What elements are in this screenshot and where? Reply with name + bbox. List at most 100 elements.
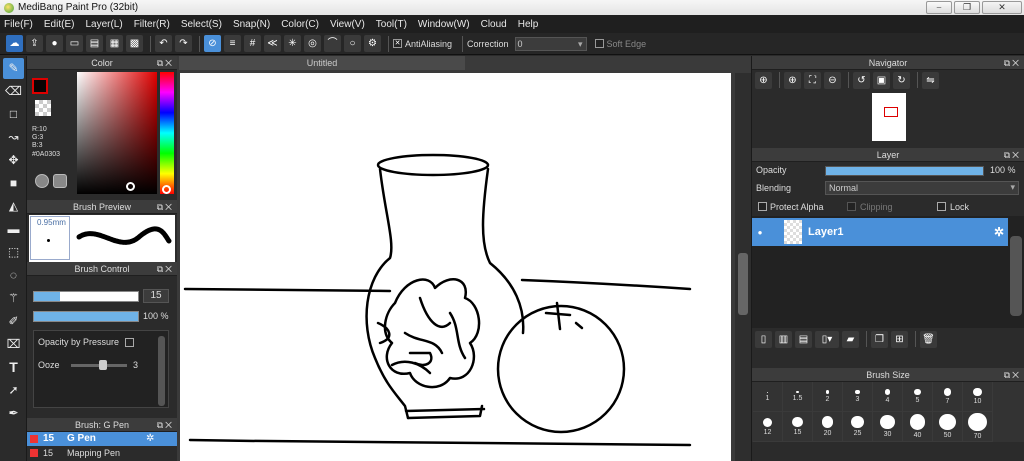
layer-opacity-slider[interactable] xyxy=(825,166,984,176)
menu-layer[interactable]: Layer(L) xyxy=(85,19,122,30)
navigator-preview[interactable] xyxy=(752,90,1024,144)
eye-icon[interactable]: ● xyxy=(752,228,768,237)
protect-alpha-checkbox[interactable] xyxy=(758,202,767,211)
brush-size-preset[interactable]: 2 xyxy=(813,382,843,412)
menu-color[interactable]: Color(C) xyxy=(281,19,319,30)
brush-list-item[interactable]: 15 G Pen ✲ xyxy=(27,432,177,446)
brush-size-preset[interactable]: 4 xyxy=(873,382,903,412)
scrollbar-thumb[interactable] xyxy=(738,253,748,315)
panel-controls[interactable]: ⧉✕ xyxy=(157,200,174,214)
navigator-viewport-box[interactable] xyxy=(884,107,898,117)
minimize-button[interactable]: ⎯ xyxy=(926,1,952,14)
actual-size-icon[interactable]: ▣ xyxy=(873,71,890,89)
undo-icon[interactable]: ↶ xyxy=(155,35,172,52)
magic-wand-icon[interactable]: ⚚ xyxy=(3,288,24,309)
brush-size-preset[interactable]: 15 xyxy=(783,412,813,442)
fit-icon[interactable]: ⛶ xyxy=(804,71,821,89)
brush-size-preset[interactable]: 70 xyxy=(963,412,993,442)
menu-window[interactable]: Window(W) xyxy=(418,19,470,30)
panel-controls[interactable]: ⧉✕ xyxy=(1004,56,1021,70)
new-8bit-layer-icon[interactable]: ▤ xyxy=(795,330,812,348)
select-rect-icon[interactable]: ⬚ xyxy=(3,242,24,263)
select-pen-icon[interactable]: ✐ xyxy=(3,311,24,332)
brush-size-preset[interactable]: 30 xyxy=(873,412,903,442)
text-icon[interactable]: T xyxy=(3,357,24,378)
duplicate-layer-icon[interactable]: ❐ xyxy=(871,330,888,348)
panel-controls[interactable]: ⧉✕ xyxy=(1004,148,1021,162)
zoom-in-icon[interactable]: ⊕ xyxy=(755,71,772,89)
eyedropper-icon[interactable]: ✒ xyxy=(3,403,24,424)
menu-snap[interactable]: Snap(N) xyxy=(233,19,270,30)
document-tab[interactable]: Untitled xyxy=(179,56,465,70)
drawing-canvas[interactable] xyxy=(180,73,731,461)
menu-help[interactable]: Help xyxy=(518,19,539,30)
layer-settings-icon[interactable]: ✲ xyxy=(994,225,1004,239)
panel-controls[interactable]: ⧉✕ xyxy=(1004,368,1021,382)
brush-size-value[interactable]: 15 xyxy=(143,289,169,303)
menu-filter[interactable]: Filter(R) xyxy=(134,19,170,30)
new-layer-icon[interactable]: ▯ xyxy=(755,330,772,348)
zoom-out-icon[interactable]: ⊖ xyxy=(824,71,841,89)
brush-opacity-slider[interactable] xyxy=(33,311,139,322)
menu-view[interactable]: View(V) xyxy=(330,19,365,30)
menu-select[interactable]: Select(S) xyxy=(181,19,222,30)
current-color-swatch[interactable] xyxy=(32,78,48,94)
layer-row[interactable]: ● Layer1 ✲ xyxy=(752,218,1008,246)
brush-size-preset[interactable]: 5 xyxy=(903,382,933,412)
folder-icon[interactable]: ▰ xyxy=(842,330,859,348)
zoom-icon[interactable]: ⊕ xyxy=(784,71,801,89)
ooze-slider-handle[interactable] xyxy=(99,360,107,370)
color-history-button[interactable] xyxy=(53,174,67,188)
brush-settings-icon[interactable]: ✲ xyxy=(146,432,154,446)
menu-file[interactable]: File(F) xyxy=(4,19,33,30)
new-halftone-layer-icon[interactable]: ▥ xyxy=(775,330,792,348)
snap-concentric-icon[interactable]: ◎ xyxy=(304,35,321,52)
brush-size-preset[interactable]: 3 xyxy=(843,382,873,412)
brush-size-preset[interactable]: 7 xyxy=(933,382,963,412)
select-eraser-icon[interactable]: ⌧ xyxy=(3,334,24,355)
brush-size-preset[interactable]: 25 xyxy=(843,412,873,442)
snap-off-icon[interactable]: ⊘ xyxy=(204,35,221,52)
snap-grid-icon[interactable]: # xyxy=(244,35,261,52)
canvas-vertical-scrollbar[interactable] xyxy=(735,73,751,461)
lock-checkbox[interactable] xyxy=(937,202,946,211)
fill-rect-icon[interactable]: ■ xyxy=(3,173,24,194)
brush-list-item[interactable]: 15 Mapping Pen xyxy=(27,446,177,460)
comment-icon[interactable]: ▭ xyxy=(66,35,83,52)
redo-icon[interactable]: ↷ xyxy=(175,35,192,52)
opacity-by-pressure-checkbox[interactable] xyxy=(125,338,134,347)
snap-radial-icon[interactable]: ≪ xyxy=(264,35,281,52)
snap-curve-icon[interactable]: ⌒ xyxy=(324,35,341,52)
share-icon[interactable]: ⇪ xyxy=(26,35,43,52)
palette-button[interactable] xyxy=(35,174,49,188)
manage-icon[interactable]: ▦ xyxy=(106,35,123,52)
grid-icon[interactable]: ▩ xyxy=(126,35,143,52)
lasso-icon[interactable]: ◌ xyxy=(3,265,24,286)
menu-cloud[interactable]: Cloud xyxy=(481,19,507,30)
cloud-icon[interactable]: ☁ xyxy=(6,35,23,52)
brush-size-preset[interactable]: 20 xyxy=(813,412,843,442)
page-icon[interactable]: ▤ xyxy=(86,35,103,52)
panel-controls[interactable]: ⧉✕ xyxy=(157,418,174,432)
snap-circle-icon[interactable]: ○ xyxy=(344,35,361,52)
brush-size-preset[interactable]: 50 xyxy=(933,412,963,442)
snap-vanish-icon[interactable]: ✳ xyxy=(284,35,301,52)
color-picker-cursor[interactable] xyxy=(126,182,135,191)
eraser-icon[interactable]: ⌫ xyxy=(3,81,24,102)
hue-slider[interactable] xyxy=(160,72,174,194)
brush-size-preset[interactable]: 1 xyxy=(753,382,783,412)
brush-size-preset[interactable]: 12 xyxy=(753,412,783,442)
gradient-icon[interactable]: ▬ xyxy=(3,219,24,240)
brush-size-preset[interactable]: 1.5 xyxy=(783,382,813,412)
delete-layer-icon[interactable]: 🗑 xyxy=(920,330,937,348)
brush-icon[interactable]: ✎ xyxy=(3,58,24,79)
flip-icon[interactable]: ⇋ xyxy=(922,71,939,89)
maximize-button[interactable]: ❐ xyxy=(954,1,980,14)
panel-controls[interactable]: ⧉✕ xyxy=(157,56,174,70)
menu-edit[interactable]: Edit(E) xyxy=(44,19,75,30)
bucket-icon[interactable]: ◭ xyxy=(3,196,24,217)
soft-edge-checkbox[interactable] xyxy=(594,39,604,48)
brush-size-preset[interactable]: 10 xyxy=(963,382,993,412)
antialiasing-checkbox[interactable]: ✕ xyxy=(393,39,402,48)
rotate-right-icon[interactable]: ↻ xyxy=(893,71,910,89)
